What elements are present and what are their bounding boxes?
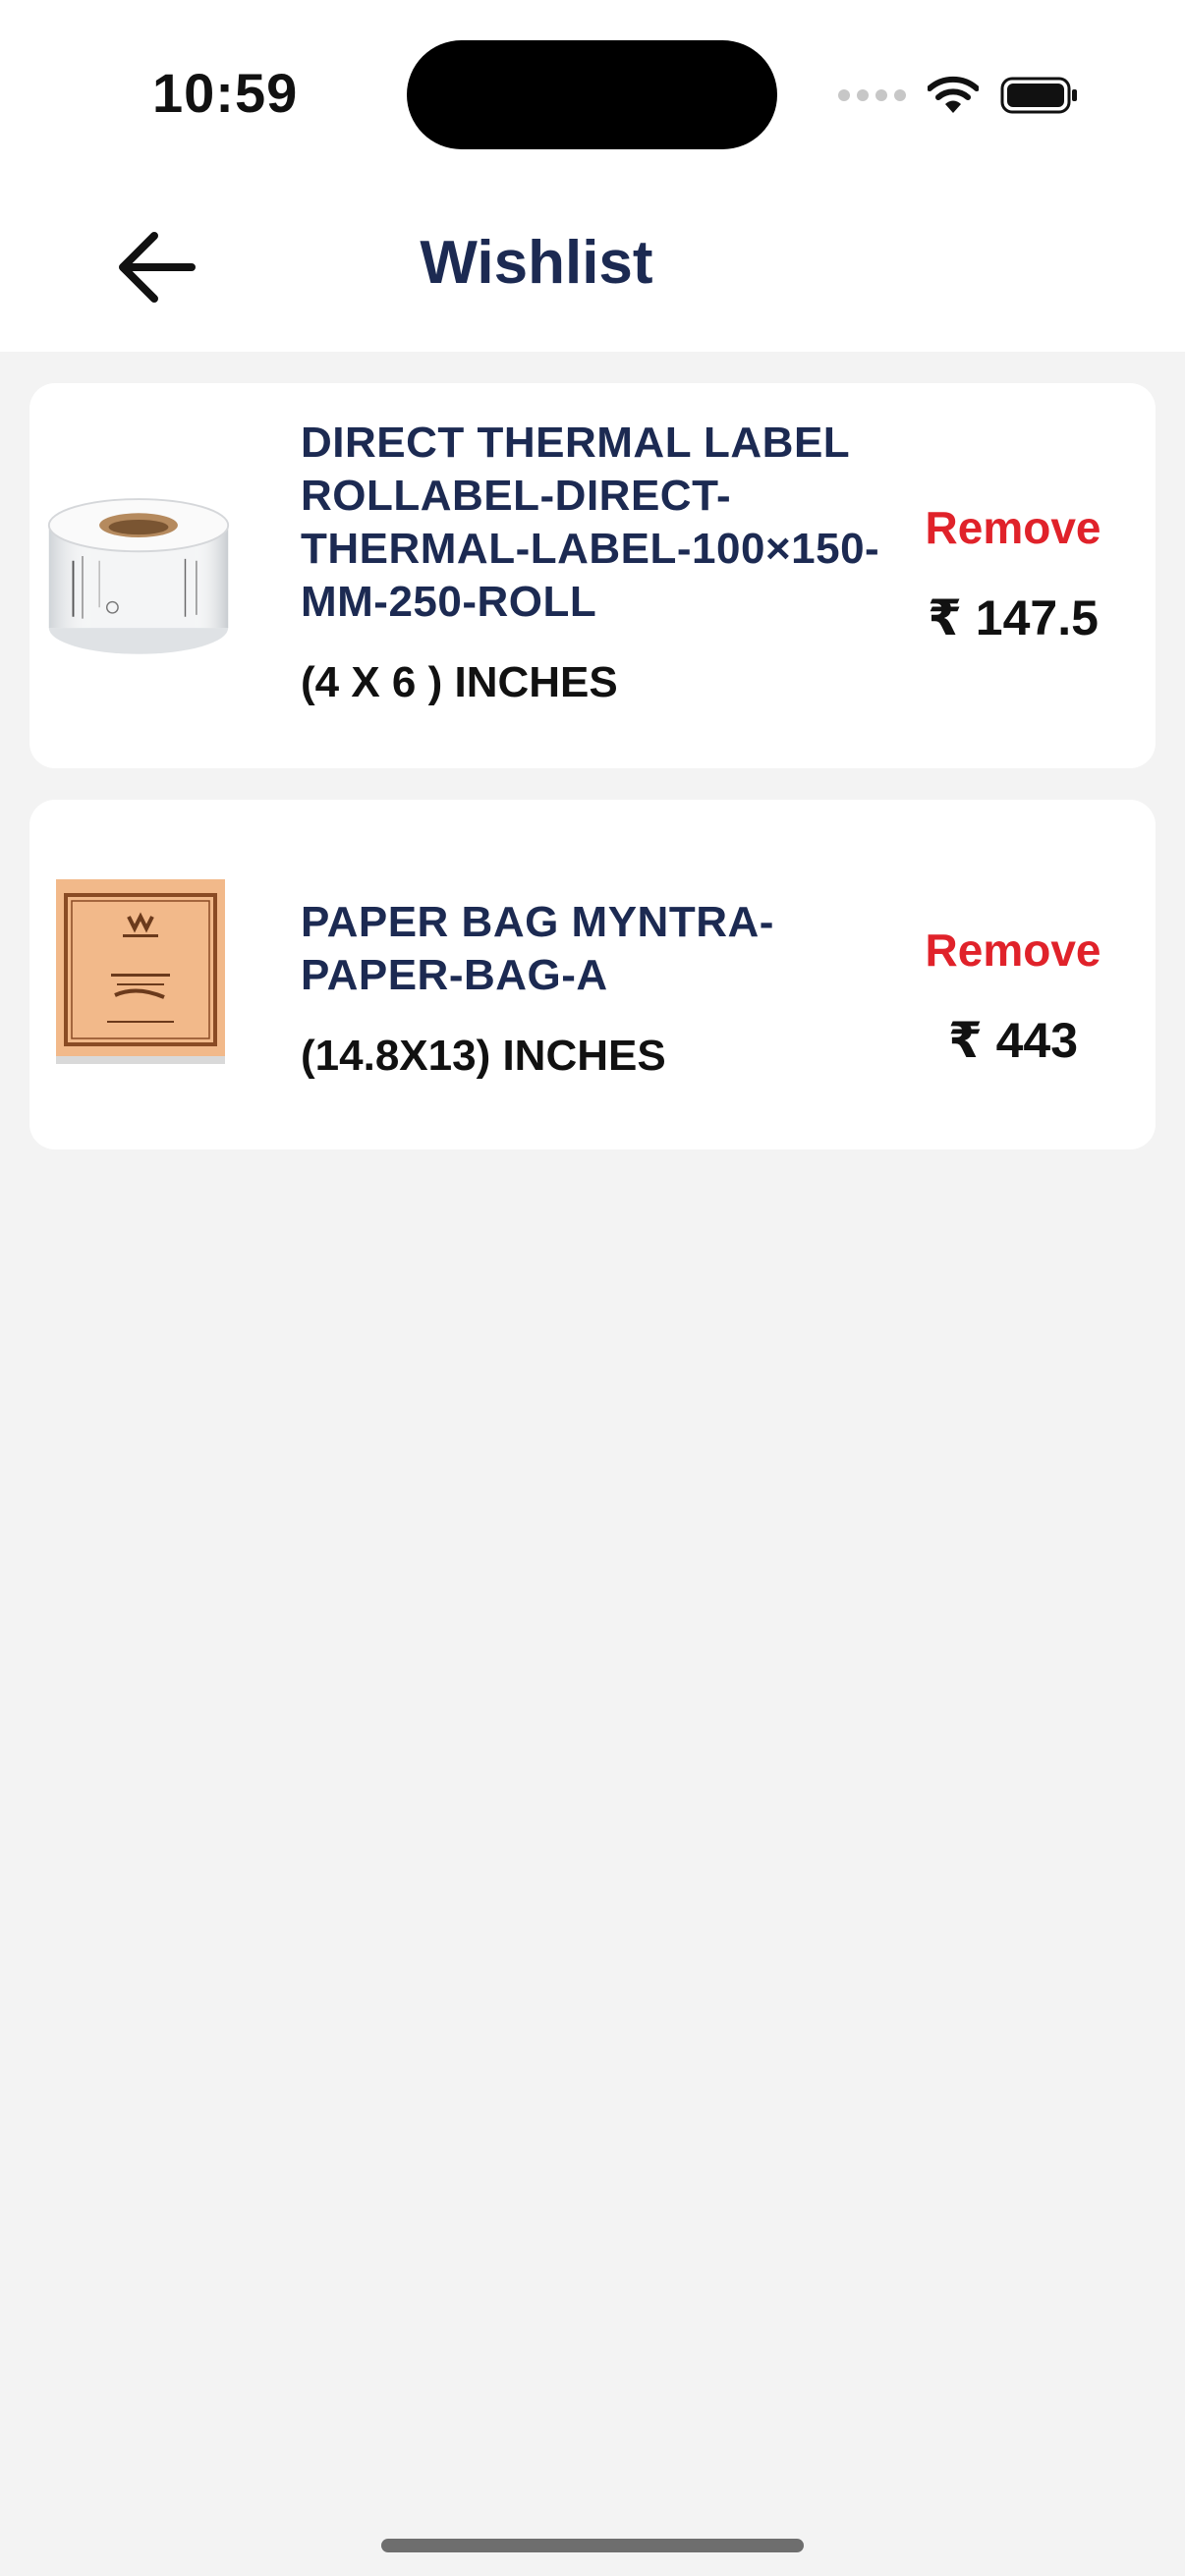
item-actions: Remove ₹ 147.5 <box>910 501 1116 646</box>
wishlist-item[interactable]: PAPER BAG MYNTRA-PAPER-BAG-A (14.8X13) I… <box>29 800 1156 1149</box>
status-time: 10:59 <box>152 62 299 124</box>
product-name[interactable]: DIRECT THERMAL LABEL ROLLABEL-DIRECT-THE… <box>301 417 910 629</box>
remove-button[interactable]: Remove <box>910 924 1116 977</box>
product-price: ₹ 443 <box>947 1013 1079 1068</box>
remove-button[interactable]: Remove <box>910 501 1116 554</box>
dynamic-island <box>407 40 777 149</box>
header-area: 10:59 Wishlist <box>0 0 1185 352</box>
battery-icon <box>1000 77 1077 114</box>
product-size: (4 X 6 ) INCHES <box>301 658 618 706</box>
paper-bag-image[interactable] <box>45 878 232 1065</box>
wishlist-screen: 10:59 Wishlist DIRECT THERMAL LABEL ROLL… <box>0 0 1185 2576</box>
item-info: PAPER BAG MYNTRA-PAPER-BAG-A (14.8X13) I… <box>301 896 910 1081</box>
product-name[interactable]: PAPER BAG MYNTRA-PAPER-BAG-A <box>301 896 910 1002</box>
item-info: DIRECT THERMAL LABEL ROLLABEL-DIRECT-THE… <box>301 417 910 707</box>
product-price: ₹ 147.5 <box>928 590 1099 645</box>
cellular-signal-icon <box>838 89 906 101</box>
item-actions: Remove ₹ 443 <box>910 924 1116 1069</box>
wishlist-list: DIRECT THERMAL LABEL ROLLABEL-DIRECT-THE… <box>29 383 1156 1181</box>
home-indicator[interactable] <box>381 2539 804 2552</box>
wifi-icon <box>928 76 979 113</box>
label-roll-image[interactable] <box>45 481 232 668</box>
page-title: Wishlist <box>420 229 653 297</box>
product-size: (14.8X13) INCHES <box>301 1032 666 1080</box>
status-icons <box>838 71 1079 120</box>
wishlist-item[interactable]: DIRECT THERMAL LABEL ROLLABEL-DIRECT-THE… <box>29 383 1156 768</box>
